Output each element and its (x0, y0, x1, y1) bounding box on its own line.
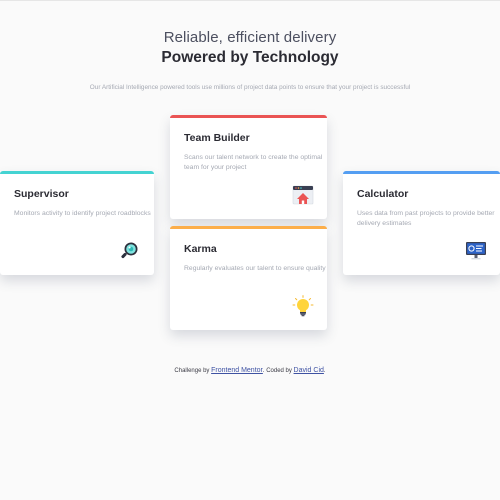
card-title: Team Builder (184, 132, 250, 144)
card-title: Karma (184, 243, 217, 255)
page-title: Powered by Technology (161, 49, 339, 66)
card-description: Scans our talent network to create the o… (184, 154, 323, 171)
card-team-builder: Team Builder Scans our talent network to… (170, 115, 327, 219)
magnifier-icon (121, 242, 138, 259)
intro-text: Our Artificial Intelligence powered tool… (89, 84, 411, 91)
card-description: Monitors activity to identify project ro… (14, 210, 151, 217)
card-title: Supervisor (14, 188, 69, 200)
subtitle: Reliable, efficient delivery (163, 29, 337, 46)
team-builder-icon (292, 185, 314, 205)
attribution-prefix: Challenge by (174, 368, 212, 374)
card-title: Calculator (357, 188, 409, 200)
attribution-middle: . Coded by (262, 368, 294, 374)
card-description: Regularly evaluates our talent to ensure… (184, 265, 326, 272)
card-supervisor: Supervisor Monitors activity to identify… (0, 171, 154, 275)
attribution: Challenge by Frontend Mentor. Coded by D… (0, 367, 500, 374)
author-link[interactable]: David Cid (294, 367, 324, 374)
card-description: Uses data from past projects to provide … (357, 210, 495, 227)
monitor-icon (466, 242, 486, 260)
card-karma: Karma Regularly evaluates our talent to … (170, 226, 327, 330)
frontend-mentor-link[interactable]: Frontend Mentor (211, 367, 263, 374)
attribution-suffix: . (323, 368, 326, 374)
card-calculator: Calculator Uses data from past projects … (343, 171, 500, 275)
lightbulb-icon (292, 295, 314, 317)
